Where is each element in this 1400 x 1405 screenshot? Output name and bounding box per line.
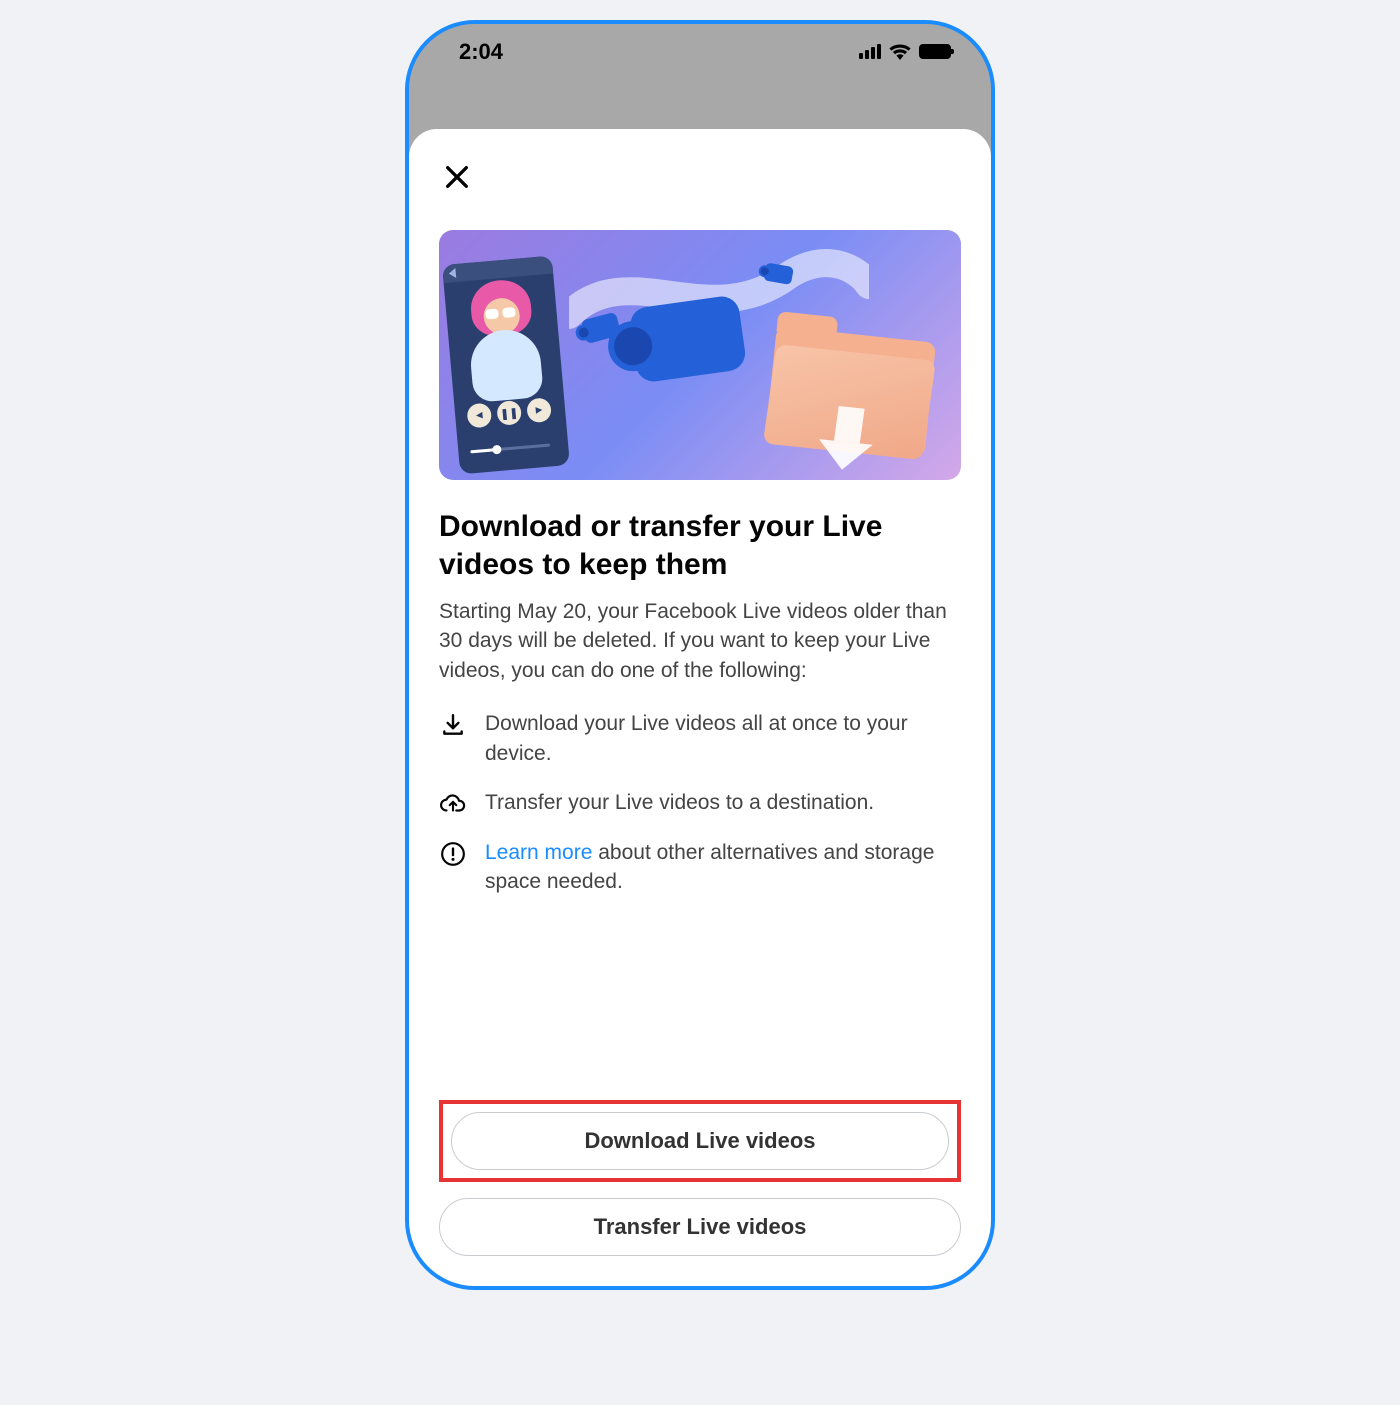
download-live-videos-button[interactable]: Download Live videos — [451, 1112, 949, 1170]
cloud-upload-icon — [439, 790, 467, 818]
phone-frame: 2:04 — [405, 20, 995, 1290]
battery-icon — [919, 44, 951, 59]
highlight-annotation: Download Live videos — [439, 1100, 961, 1182]
option-learn-text: Learn more about other alternatives and … — [485, 838, 961, 897]
transfer-live-videos-button[interactable]: Transfer Live videos — [439, 1198, 961, 1256]
option-download-text: Download your Live videos all at once to… — [485, 709, 961, 768]
folder-icon — [764, 306, 953, 468]
cellular-signal-icon — [859, 44, 881, 59]
info-icon — [439, 840, 467, 868]
status-time: 2:04 — [459, 39, 503, 65]
action-buttons: Download Live videos Transfer Live video… — [439, 1080, 961, 1256]
option-download: Download your Live videos all at once to… — [439, 709, 961, 768]
hero-illustration: ◄❚❚► — [439, 230, 961, 480]
download-icon — [439, 711, 467, 739]
status-bar: 2:04 — [409, 24, 991, 79]
close-button[interactable] — [439, 159, 475, 195]
camera-icon — [628, 291, 770, 403]
learn-more-link[interactable]: Learn more — [485, 841, 592, 864]
status-icons — [859, 44, 951, 60]
option-transfer: Transfer your Live videos to a destinati… — [439, 788, 961, 818]
modal-sheet: ◄❚❚► Do — [409, 129, 991, 1286]
option-learn: Learn more about other alternatives and … — [439, 838, 961, 897]
camera-icon — [762, 262, 798, 291]
modal-title: Download or transfer your Live videos to… — [439, 508, 961, 583]
wifi-icon — [889, 44, 911, 60]
modal-body-text: Starting May 20, your Facebook Live vide… — [439, 597, 961, 685]
option-transfer-text: Transfer your Live videos to a destinati… — [485, 788, 874, 817]
close-icon — [443, 163, 471, 191]
